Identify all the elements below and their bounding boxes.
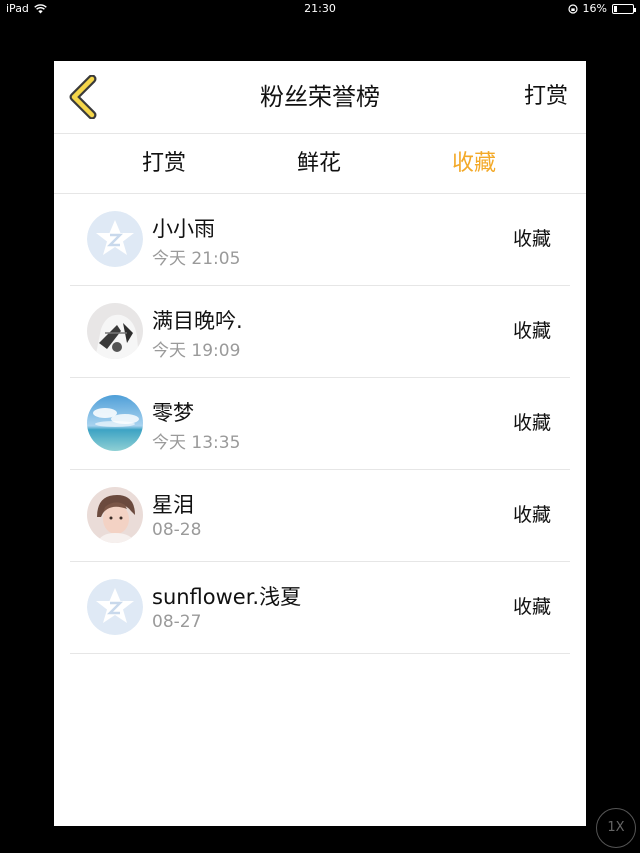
favorite-label: 收藏	[512, 228, 551, 250]
qq-default-icon	[87, 211, 143, 267]
fan-time: 08-27	[152, 612, 202, 632]
tab-favorites[interactable]: 收藏	[452, 134, 496, 193]
sky-sea-avatar	[87, 395, 143, 451]
fan-time: 今天 19:09	[152, 341, 241, 361]
zoom-button[interactable]: 1X	[596, 808, 636, 848]
fan-time: 今天 13:35	[152, 433, 241, 453]
photo-avatar	[87, 303, 143, 359]
fan-name: 零梦	[152, 401, 194, 425]
favorite-label: 收藏	[512, 320, 551, 342]
fan-name: 满目晚吟.	[152, 309, 243, 333]
favorite-label: 收藏	[512, 412, 551, 434]
list-item[interactable]: 小小雨 今天 21:05 收藏	[70, 194, 570, 286]
fan-name: 星泪	[152, 493, 194, 517]
favorite-label: 收藏	[512, 504, 551, 526]
rotation-lock-icon	[567, 3, 578, 14]
list-item[interactable]: 零梦 今天 13:35 收藏	[70, 378, 570, 470]
tab-flowers[interactable]: 鲜花	[297, 134, 341, 193]
battery-level	[614, 5, 617, 12]
status-right: 16%	[567, 2, 636, 15]
status-bar: iPad 21:30 16%	[0, 0, 640, 18]
fan-name: sunflower.浅夏	[152, 585, 302, 609]
qq-default-icon	[87, 579, 143, 635]
list-item[interactable]: 星泪 08-28 收藏	[70, 470, 570, 562]
app-panel: 粉丝荣誉榜 打赏 打赏 鲜花 收藏 小小雨 今天 21:05 收藏 满目晚吟. …	[54, 61, 586, 826]
list-item[interactable]: sunflower.浅夏 08-27 收藏	[70, 562, 570, 654]
favorite-label: 收藏	[512, 596, 551, 618]
battery-percent: 16%	[582, 2, 607, 15]
portrait-avatar	[87, 487, 143, 543]
navbar: 粉丝荣誉榜 打赏	[54, 61, 586, 134]
list-item[interactable]: 满目晚吟. 今天 19:09 收藏	[70, 286, 570, 378]
fan-time: 今天 21:05	[152, 249, 241, 269]
tab-bar: 打赏 鲜花 收藏	[54, 134, 586, 194]
reward-button[interactable]: 打赏	[524, 61, 568, 133]
clock: 21:30	[304, 2, 336, 15]
fan-list: 小小雨 今天 21:05 收藏 满目晚吟. 今天 19:09 收藏 零梦 今天 …	[54, 194, 586, 654]
tab-reward[interactable]: 打赏	[142, 134, 186, 193]
page-title: 粉丝荣誉榜	[260, 83, 380, 111]
fan-name: 小小雨	[152, 217, 215, 241]
battery-icon	[612, 3, 636, 14]
fan-time: 08-28	[152, 520, 202, 540]
